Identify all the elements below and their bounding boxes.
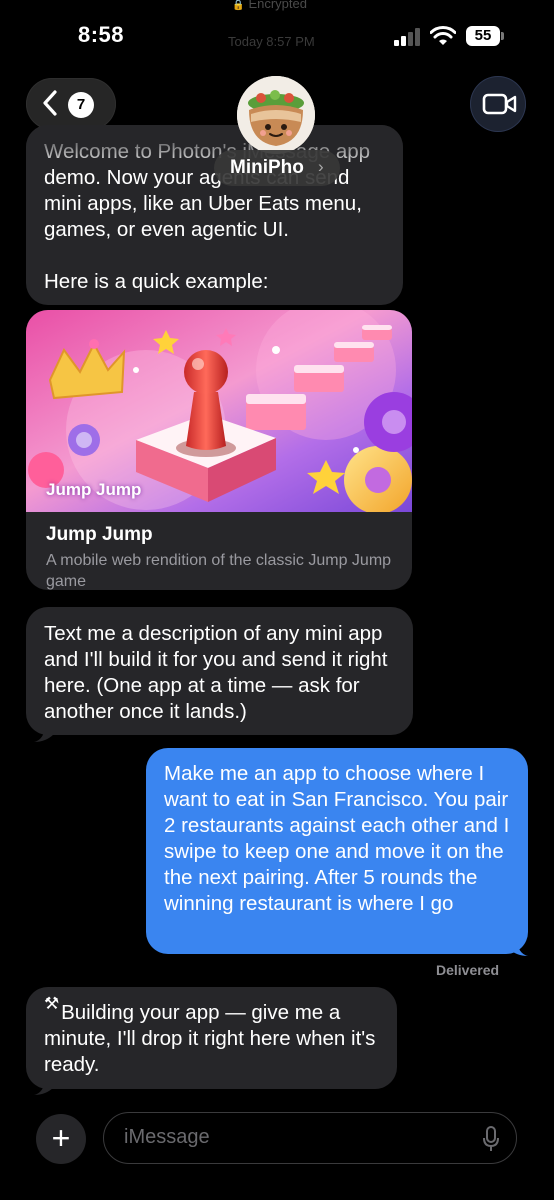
bubble-tail	[508, 938, 528, 956]
card-title: Jump Jump	[46, 524, 153, 545]
bubble-tail	[34, 724, 54, 742]
incoming-message-instructions: Text me a description of any mini app an…	[26, 607, 413, 735]
status-time: 8:58	[78, 22, 125, 47]
incoming-message-building: ⚒ Building your app — give me a minute, …	[26, 987, 397, 1089]
video-camera-icon[interactable]	[482, 92, 518, 116]
lock-icon: 🔒	[232, 0, 245, 11]
incoming-message-intro: Welcome to Photon's iMessage app demo. N…	[26, 125, 403, 305]
contact-name[interactable]: MiniPho	[230, 157, 304, 179]
message-text: Text me a description of any mini app an…	[44, 622, 394, 723]
card-description: A mobile web rendition of the classic Ju…	[46, 552, 392, 590]
conversation-timestamp: Today 8:57 PM	[228, 34, 315, 49]
wifi-icon	[430, 26, 456, 45]
plus-icon[interactable]: +	[36, 1114, 86, 1164]
back-chevron-icon[interactable]	[40, 88, 60, 118]
card-image-caption: Jump Jump	[46, 480, 142, 499]
signal-icon	[394, 28, 422, 46]
encrypted-label: Encrypted	[248, 0, 307, 11]
delivered-status: Delivered	[436, 962, 500, 978]
encrypted-indicator: 🔒 Encrypted	[232, 0, 307, 11]
battery-icon: 55	[466, 26, 500, 46]
message-text: Building your app — give me a minute, I'…	[44, 1001, 382, 1076]
imessage-input[interactable]: iMessage	[103, 1112, 517, 1164]
outgoing-message-request: Make me an app to choose where I want to…	[146, 748, 528, 954]
unread-badge: 7	[68, 92, 94, 118]
imessage-placeholder: iMessage	[124, 1126, 210, 1148]
mini-app-card[interactable]: Jump Jump Jump Jump A mobile web renditi…	[26, 310, 412, 590]
add-attachment-button[interactable]: +	[36, 1114, 86, 1164]
microphone-icon[interactable]	[482, 1125, 500, 1153]
battery-nub	[501, 32, 504, 40]
chevron-right-icon[interactable]: ›	[318, 157, 324, 177]
pho-mascot-icon	[237, 76, 315, 154]
bubble-tail	[34, 1077, 54, 1095]
message-text: Make me an app to choose where I want to…	[164, 762, 516, 915]
contact-avatar[interactable]	[237, 76, 315, 154]
